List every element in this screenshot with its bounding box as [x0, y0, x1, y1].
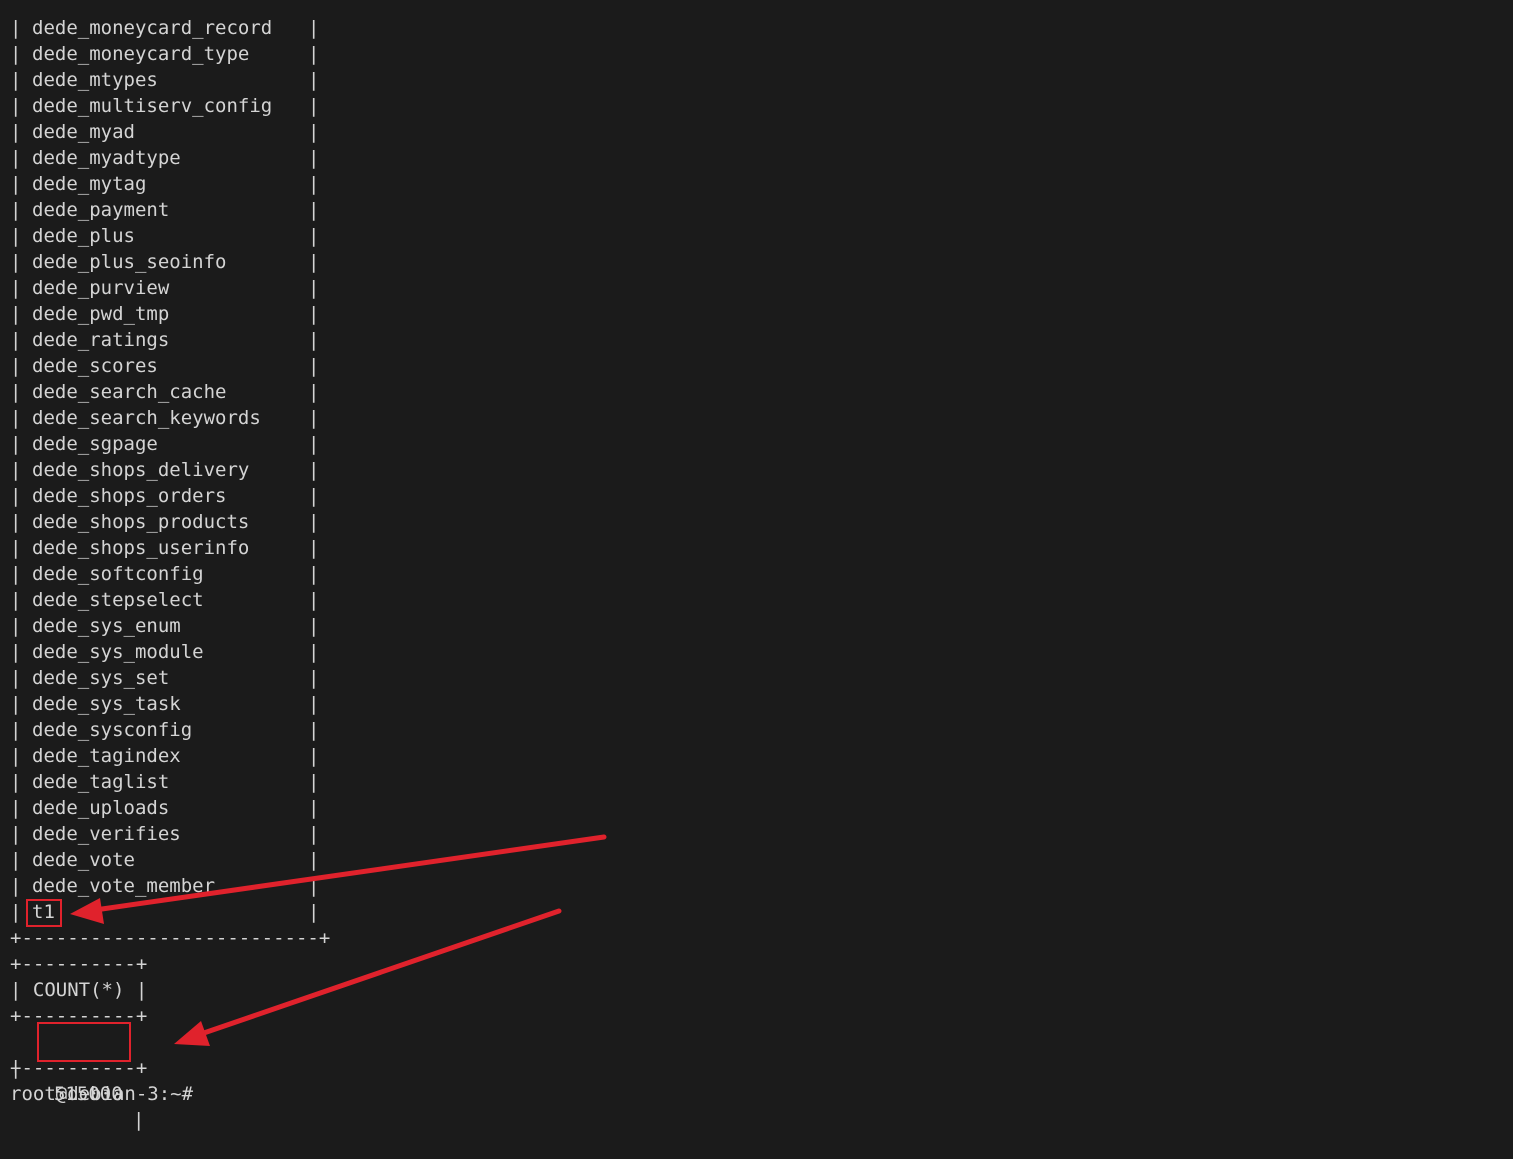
terminal-window[interactable]: | dede_moneycard_record | | dede_moneycard_t… [0, 0, 1513, 1131]
arrow-to-count [174, 908, 562, 1046]
arrow-to-t1 [70, 834, 607, 924]
annotation-arrows [70, 834, 607, 1046]
